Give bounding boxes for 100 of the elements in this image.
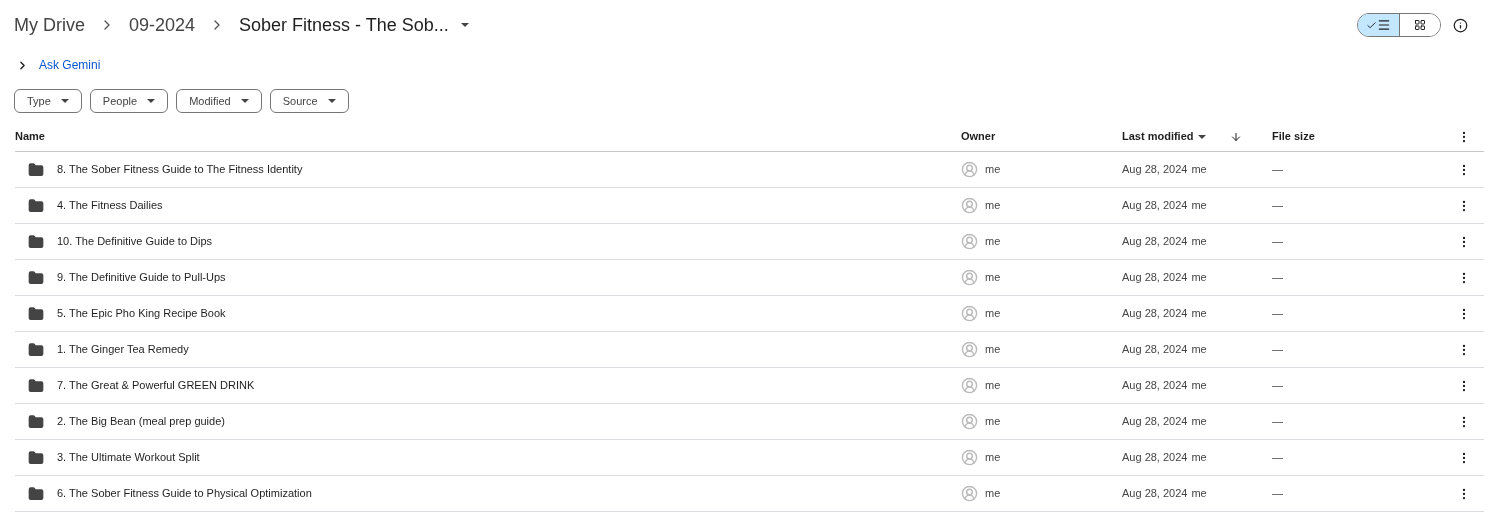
- file-size: —: [1272, 234, 1284, 250]
- filter-chip[interactable]: Type: [14, 89, 82, 113]
- folder-icon: [28, 233, 44, 250]
- check-icon: [1366, 19, 1377, 31]
- ask-gemini-link[interactable]: Ask Gemini: [39, 56, 101, 74]
- folder-icon: [28, 377, 44, 394]
- modified-date: Aug 28, 2024: [1122, 378, 1188, 394]
- list-view-button[interactable]: [1358, 14, 1399, 36]
- modified-date: Aug 28, 2024: [1122, 162, 1188, 178]
- file-row[interactable]: 1. The Ginger Tea Remedy me Aug 28, 2024 me —: [15, 332, 1484, 368]
- file-size: —: [1272, 306, 1284, 322]
- file-row[interactable]: 8. The Sober Fitness Guide to The Fitness Identity me Aug 28, 2024 me —: [15, 152, 1484, 188]
- modified-date: Aug 28, 2024: [1122, 306, 1188, 322]
- file-name: 5. The Epic Pho King Recipe Book: [57, 306, 226, 322]
- folder-icon: [28, 341, 44, 358]
- avatar-icon: [961, 269, 978, 286]
- column-header[interactable]: Last modified: [1122, 128, 1206, 145]
- breadcrumb[interactable]: 09-2024: [129, 11, 196, 39]
- owner: me: [985, 162, 1001, 178]
- filter-chip[interactable]: Modified: [176, 89, 262, 113]
- avatar-icon: [961, 377, 978, 394]
- column-header[interactable]: File size: [1272, 128, 1444, 145]
- avatar-icon: [961, 413, 978, 430]
- modified-by: me: [1191, 270, 1207, 286]
- avatar-icon: [961, 449, 978, 466]
- file-name: 6. The Sober Fitness Guide to Physical Optimization: [57, 486, 312, 502]
- grid-icon: [1414, 19, 1426, 31]
- folder-icon: [28, 161, 44, 178]
- column-header[interactable]: Owner: [961, 128, 1122, 145]
- folder-icon: [28, 197, 44, 214]
- file-row[interactable]: 6. The Sober Fitness Guide to Physical Optimization me Aug 28, 2024 me —: [15, 476, 1484, 512]
- file-size: —: [1272, 342, 1284, 358]
- filter-chip[interactable]: Source: [269, 89, 349, 113]
- modified-by: me: [1191, 306, 1207, 322]
- file-size: —: [1272, 450, 1284, 466]
- owner: me: [985, 306, 1001, 322]
- file-row[interactable]: 3. The Ultimate Workout Split me Aug 28, 2024 me —: [15, 440, 1484, 476]
- file-row[interactable]: 7. The Great & Powerful GREEN DRINK me Aug 28, 2024 me —: [15, 368, 1484, 404]
- breadcrumb[interactable]: My Drive: [14, 11, 85, 39]
- modified-by: me: [1191, 342, 1207, 358]
- owner: me: [985, 198, 1001, 214]
- owner: me: [985, 378, 1001, 394]
- sort-icon[interactable]: [1229, 130, 1242, 143]
- file-row[interactable]: 5. The Epic Pho King Recipe Book me Aug 28, 2024 me —: [15, 296, 1484, 332]
- caret-icon: [60, 99, 69, 103]
- file-name: 2. The Big Bean (meal prep guide): [57, 414, 225, 430]
- file-name: 4. The Fitness Dailies: [57, 198, 163, 214]
- grid-view-button[interactable]: [1399, 14, 1440, 36]
- folder-icon: [28, 269, 44, 286]
- caret-icon: [327, 99, 336, 103]
- file-name: 1. The Ginger Tea Remedy: [57, 342, 189, 358]
- modified-by: me: [1191, 486, 1207, 502]
- modified-date: Aug 28, 2024: [1122, 198, 1188, 214]
- avatar-icon: [961, 341, 978, 358]
- owner: me: [985, 342, 1001, 358]
- owner: me: [985, 450, 1001, 466]
- breadcrumb[interactable]: Sober Fitness - The Sob...: [239, 11, 469, 39]
- file-name: 9. The Definitive Guide to Pull-Ups: [57, 270, 226, 286]
- modified-date: Aug 28, 2024: [1122, 486, 1188, 502]
- avatar-icon: [961, 161, 978, 178]
- file-size: —: [1272, 486, 1284, 502]
- file-size: —: [1272, 378, 1284, 394]
- file-size: —: [1272, 198, 1284, 214]
- modified-by: me: [1191, 414, 1207, 430]
- folder-icon: [28, 485, 44, 502]
- column-header[interactable]: Name: [15, 128, 961, 145]
- folder-icon: [28, 305, 44, 322]
- avatar-icon: [961, 305, 978, 322]
- owner: me: [985, 486, 1001, 502]
- owner: me: [985, 270, 1001, 286]
- caret-icon: [240, 99, 249, 103]
- file-row[interactable]: 9. The Definitive Guide to Pull-Ups me Aug 28, 2024 me —: [15, 260, 1484, 296]
- modified-by: me: [1191, 162, 1207, 178]
- modified-by: me: [1191, 450, 1207, 466]
- modified-date: Aug 28, 2024: [1122, 414, 1188, 430]
- file-row[interactable]: 10. The Definitive Guide to Dips me Aug 28, 2024 me —: [15, 224, 1484, 260]
- info-icon[interactable]: [1453, 17, 1468, 33]
- file-size: —: [1272, 414, 1284, 430]
- owner: me: [985, 414, 1001, 430]
- folder-icon: [28, 413, 44, 430]
- modified-date: Aug 28, 2024: [1122, 342, 1188, 358]
- file-name: 10. The Definitive Guide to Dips: [57, 234, 213, 250]
- owner: me: [985, 234, 1001, 250]
- file-name: 3. The Ultimate Workout Split: [57, 450, 200, 466]
- file-size: —: [1272, 270, 1284, 286]
- modified-date: Aug 28, 2024: [1122, 270, 1188, 286]
- avatar-icon: [961, 197, 978, 214]
- folder-icon: [28, 449, 44, 466]
- modified-by: me: [1191, 378, 1207, 394]
- avatar-icon: [961, 485, 978, 502]
- filter-chip[interactable]: People: [89, 89, 169, 113]
- modified-date: Aug 28, 2024: [1122, 450, 1188, 466]
- caret-icon: [1197, 134, 1206, 139]
- file-row[interactable]: 4. The Fitness Dailies me Aug 28, 2024 me —: [15, 188, 1484, 224]
- avatar-icon: [961, 233, 978, 250]
- dropdown-icon: [460, 23, 469, 27]
- file-row[interactable]: 2. The Big Bean (meal prep guide) me Aug 28, 2024 me —: [15, 404, 1484, 440]
- modified-date: Aug 28, 2024: [1122, 234, 1188, 250]
- list-icon: [1377, 18, 1391, 32]
- modified-by: me: [1191, 234, 1207, 250]
